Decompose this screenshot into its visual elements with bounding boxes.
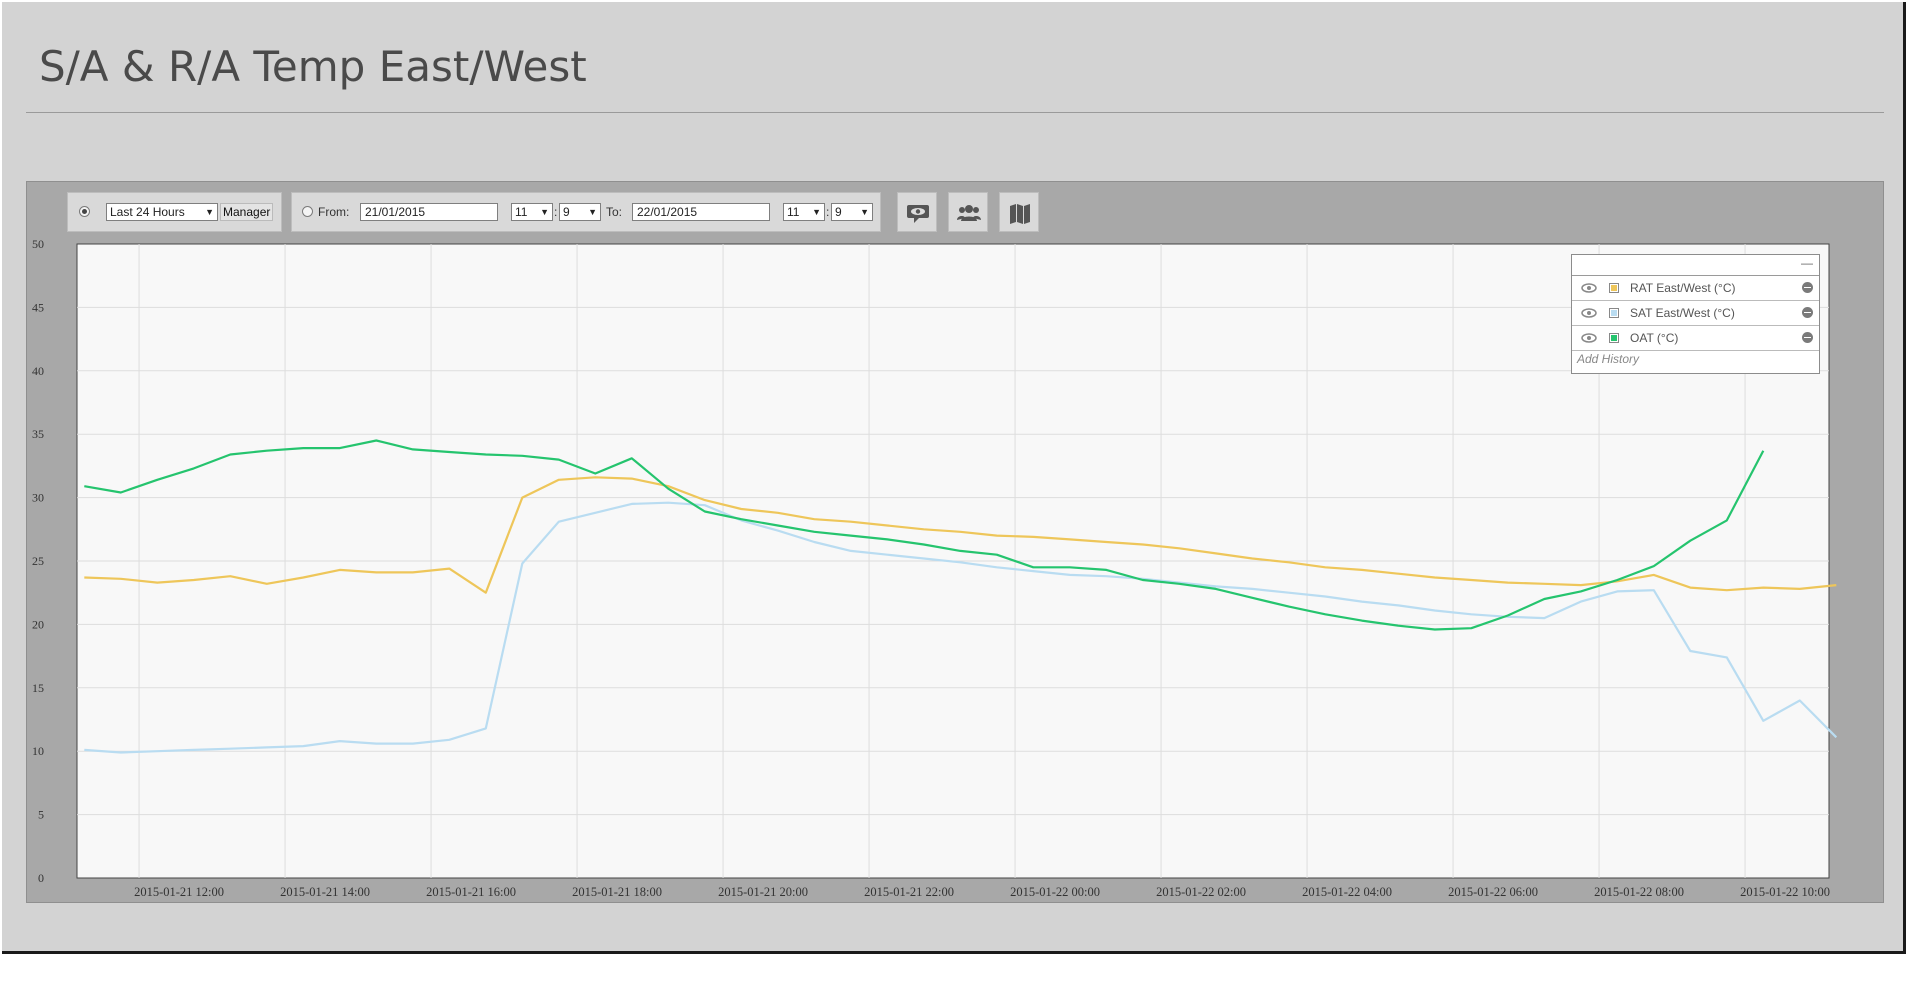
legend-label: RAT East/West (°C) <box>1630 281 1736 295</box>
y-tick-label: 0 <box>38 871 44 885</box>
remove-series-icon[interactable] <box>1802 332 1813 343</box>
remove-series-icon[interactable] <box>1802 307 1813 318</box>
x-tick-label: 2015-01-21 16:00 <box>426 885 516 899</box>
legend-swatch-fill <box>1611 310 1617 316</box>
x-tick-label: 2015-01-21 18:00 <box>572 885 662 899</box>
legend-item: RAT East/West (°C) <box>1572 276 1819 301</box>
add-history-link[interactable]: Add History <box>1577 352 1639 366</box>
x-tick-label: 2015-01-21 12:00 <box>134 885 224 899</box>
x-tick-label: 2015-01-22 00:00 <box>1010 885 1100 899</box>
x-tick-label: 2015-01-21 14:00 <box>280 885 370 899</box>
legend-minimize-button[interactable]: — <box>1801 256 1813 270</box>
eye-icon[interactable] <box>1581 333 1597 343</box>
y-axis-ticks: 0 5 10 15 20 25 30 35 40 45 50 <box>32 237 44 885</box>
y-tick-label: 20 <box>32 617 44 631</box>
line-chart: 05101520253035404550 2015-01-21 12:00 201… <box>32 237 1838 899</box>
x-tick-label: 2015-01-22 06:00 <box>1448 885 1538 899</box>
x-tick-label: 2015-01-21 20:00 <box>718 885 808 899</box>
y-tick-label: 45 <box>32 300 44 314</box>
remove-series-icon[interactable] <box>1802 282 1813 293</box>
x-tick-label: 2015-01-22 10:00 <box>1740 885 1830 899</box>
y-tick-label: 40 <box>32 364 44 378</box>
x-tick-label: 2015-01-21 22:00 <box>864 885 954 899</box>
legend-item: SAT East/West (°C) <box>1572 301 1819 326</box>
legend-swatch-fill <box>1611 335 1617 341</box>
legend-box: — RAT East/West (°C) SAT East/West (°C) … <box>1571 254 1820 374</box>
legend-swatch <box>1609 333 1619 343</box>
x-axis-ticks: 2015-01-21 12:00 2015-01-21 14:00 2015-01-… <box>134 885 1830 899</box>
eye-icon[interactable] <box>1581 283 1597 293</box>
y-tick-label: 15 <box>32 681 44 695</box>
legend-label: SAT East/West (°C) <box>1630 306 1735 320</box>
legend-label: OAT (°C) <box>1630 331 1679 345</box>
y-tick-label: 10 <box>32 744 44 758</box>
x-tick-label: 2015-01-22 02:00 <box>1156 885 1246 899</box>
y-tick-label: 5 <box>38 808 44 822</box>
y-tick-label: 25 <box>32 554 44 568</box>
legend-swatch <box>1609 308 1619 318</box>
eye-icon[interactable] <box>1581 308 1597 318</box>
x-tick-label: 2015-01-22 08:00 <box>1594 885 1684 899</box>
x-tick-label: 2015-01-22 04:00 <box>1302 885 1392 899</box>
legend-swatch <box>1609 283 1619 293</box>
y-tick-label: 30 <box>32 491 44 505</box>
legend-header: — <box>1572 255 1819 276</box>
legend-swatch-fill <box>1611 285 1617 291</box>
y-tick-label: 50 <box>32 237 44 251</box>
y-tick-label: 35 <box>32 427 44 441</box>
legend-item: OAT (°C) <box>1572 326 1819 351</box>
